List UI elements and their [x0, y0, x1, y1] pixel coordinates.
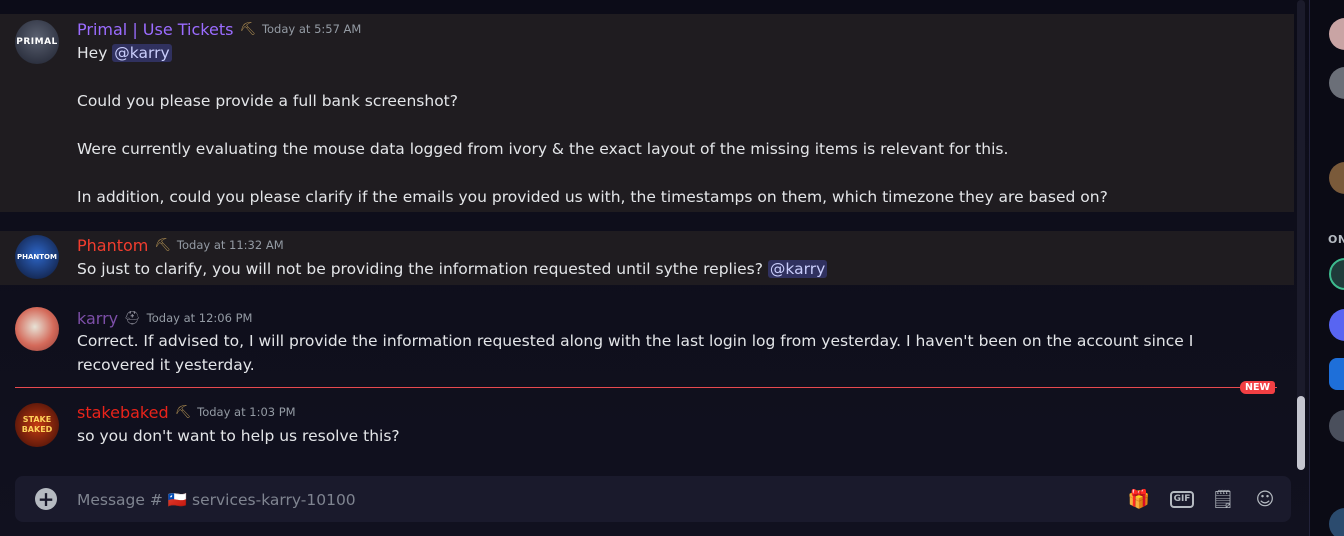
member-avatar[interactable]: [1329, 67, 1344, 99]
avatar[interactable]: [15, 307, 59, 351]
member-avatar[interactable]: [1329, 358, 1344, 390]
timestamp: Today at 1:03 PM: [197, 405, 296, 419]
member-list: ON: [1309, 0, 1344, 536]
message-header: Primal | Use Tickets ⛏ Today at 5:57 AM: [77, 18, 361, 40]
gift-icon[interactable]: 🎁: [1127, 487, 1151, 511]
message-content: Correct. If advised to, I will provide t…: [77, 332, 1194, 374]
message-line: Could you please provide a full bank scr…: [77, 92, 458, 110]
message-phantom[interactable]: PHANTOM Phantom ⛏ Today at 11:32 AM So j…: [0, 231, 1294, 285]
avatar-text: STAKE BAKED: [21, 415, 53, 434]
timestamp: Today at 5:57 AM: [261, 22, 362, 36]
username[interactable]: Primal | Use Tickets: [77, 20, 233, 39]
avatar[interactable]: PRIMAL: [15, 20, 59, 64]
member-avatar[interactable]: [1329, 309, 1344, 341]
discord-channel-view: PRIMAL Primal | Use Tickets ⛏ Today at 5…: [0, 0, 1344, 536]
avatar-text: PHANTOM: [17, 253, 57, 261]
timestamp: Today at 11:32 AM: [176, 238, 284, 252]
sticker-icon[interactable]: 🗒: [1211, 487, 1235, 511]
message-content: Hey @karry Could you please provide a fu…: [77, 41, 1234, 209]
timestamp: Today at 12:06 PM: [146, 311, 253, 325]
member-avatar[interactable]: [1329, 162, 1344, 194]
member-avatar[interactable]: [1329, 258, 1344, 290]
username[interactable]: karry: [77, 309, 118, 328]
message-header: stakebaked ⛏ Today at 1:03 PM: [77, 401, 296, 423]
new-badge: NEW: [1240, 381, 1275, 394]
gif-button[interactable]: GIF: [1169, 487, 1195, 511]
avatar-text: PRIMAL: [16, 37, 58, 47]
message-content: So just to clarify, you will not be prov…: [77, 260, 828, 278]
avatar[interactable]: PHANTOM: [15, 235, 59, 279]
role-pickaxe-icon: ⛏: [239, 21, 256, 37]
scrollbar-thumb[interactable]: [1297, 396, 1305, 470]
message-header: Phantom ⛏ Today at 11:32 AM: [77, 234, 284, 256]
helmet-badge-icon: ⛑: [124, 310, 141, 326]
member-avatar[interactable]: [1329, 410, 1344, 442]
online-section-header: ON: [1328, 233, 1344, 246]
message-line: Were currently evaluating the mouse data…: [77, 140, 1009, 158]
new-messages-divider: [15, 387, 1277, 388]
add-attachment-button[interactable]: +: [35, 488, 57, 510]
avatar[interactable]: STAKE BAKED: [15, 403, 59, 447]
user-mention[interactable]: @karry: [767, 260, 828, 278]
emoji-icon[interactable]: ☺: [1253, 487, 1277, 511]
user-mention[interactable]: @karry: [112, 44, 172, 62]
username[interactable]: Phantom: [77, 236, 148, 255]
message-header: karry ⛑ Today at 12:06 PM: [77, 307, 252, 329]
member-avatar[interactable]: [1329, 18, 1344, 50]
message-line: In addition, could you please clarify if…: [77, 188, 1108, 206]
message-input[interactable]: [75, 484, 979, 516]
message-line: Hey @karry: [77, 44, 172, 62]
message-primal[interactable]: PRIMAL Primal | Use Tickets ⛏ Today at 5…: [0, 14, 1294, 212]
message-karry[interactable]: karry ⛑ Today at 12:06 PM Correct. If ad…: [0, 303, 1294, 379]
role-pickaxe-icon: ⛏: [174, 404, 192, 420]
role-pickaxe-icon: ⛏: [154, 237, 171, 253]
message-content: so you don't want to help us resolve thi…: [77, 427, 400, 445]
member-avatar[interactable]: [1329, 508, 1344, 536]
username[interactable]: stakebaked: [77, 403, 169, 422]
message-stakebaked[interactable]: STAKE BAKED stakebaked ⛏ Today at 1:03 P…: [0, 399, 1294, 453]
message-composer: + 🎁 GIF 🗒 ☺: [15, 476, 1291, 522]
message-list: PRIMAL Primal | Use Tickets ⛏ Today at 5…: [0, 0, 1296, 536]
